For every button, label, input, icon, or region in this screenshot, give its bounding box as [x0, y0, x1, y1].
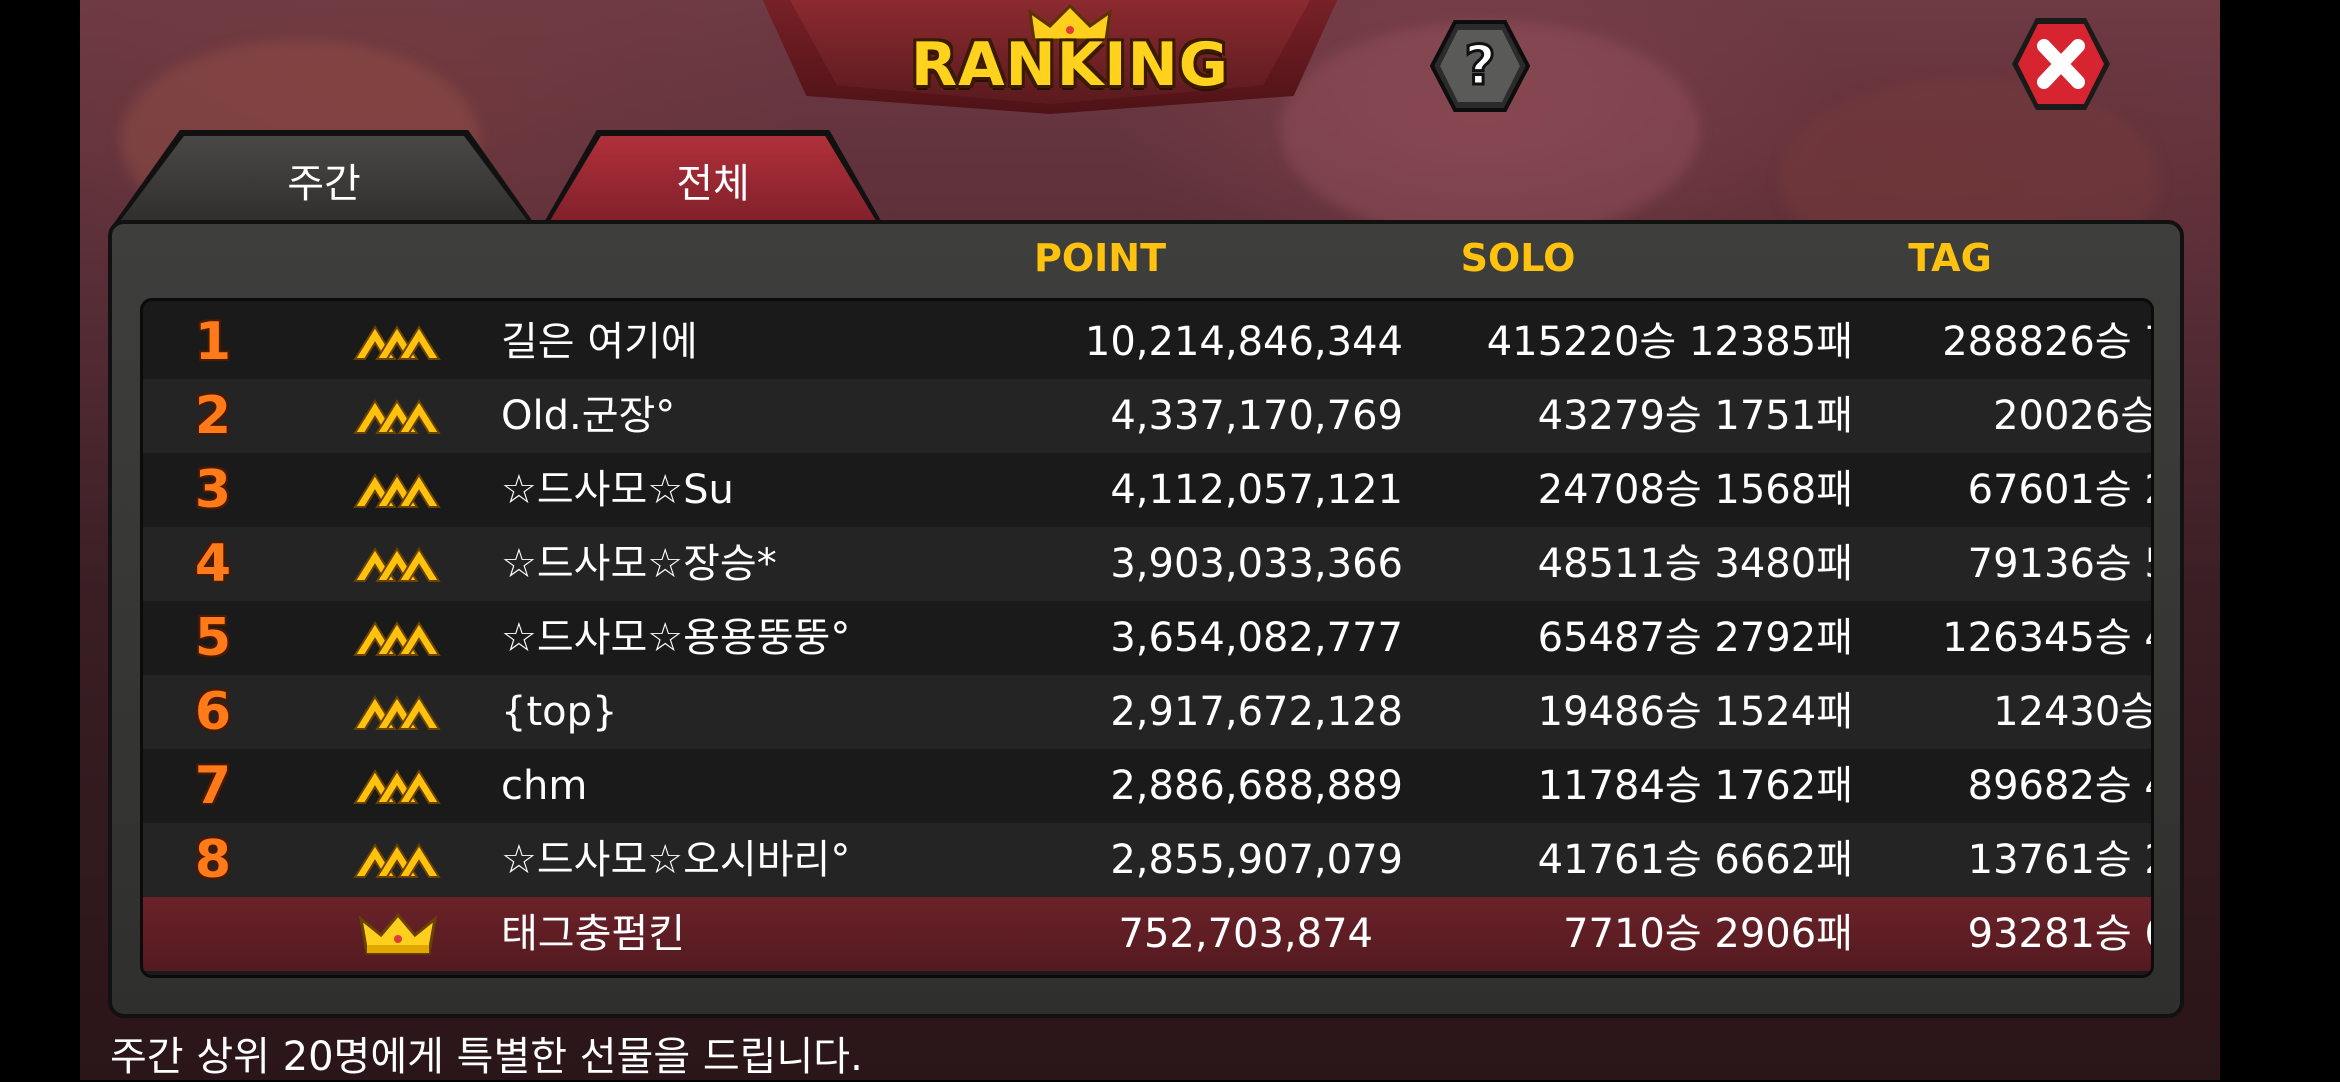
- tab-weekly[interactable]: 주간: [118, 136, 530, 224]
- player-point: 752,703,874: [1118, 911, 1373, 957]
- gold-chevron-rank-icon: [353, 473, 441, 508]
- column-header-tag: TAG: [1908, 236, 1992, 280]
- rank-number: 5: [194, 608, 232, 668]
- player-tag: 93281승 6301패: [1967, 911, 2151, 957]
- gold-chevron-rank-icon: [353, 769, 441, 804]
- table-row[interactable]: 6 {top} 2,917,672,128 19486승 1524패 12430…: [143, 675, 2151, 749]
- footer-notice: 주간 상위 20명에게 특별한 선물을 드립니다.: [110, 1034, 863, 1080]
- rank-number: 8: [194, 830, 232, 890]
- player-solo: 19486승 1524패: [1537, 689, 1853, 735]
- rank-number: 7: [194, 756, 232, 816]
- player-tag: 20026승 595패: [1993, 393, 2154, 439]
- gold-chevron-rank-icon: [353, 547, 441, 582]
- rank-number: 1: [194, 312, 232, 372]
- player-solo: 7710승 2906패: [1563, 911, 1853, 957]
- rank-number: 3: [194, 460, 232, 520]
- rank-number: 2: [194, 386, 232, 446]
- table-row[interactable]: 8 ☆드사모☆오시바리° 2,855,907,079 41761승 6662패 …: [143, 823, 2151, 897]
- question-icon: ?: [1464, 34, 1495, 97]
- player-solo: 48511승 3480패: [1537, 541, 1853, 587]
- table-row[interactable]: 2 Old.군장° 4,337,170,769 43279승 1751패 200…: [143, 379, 2151, 453]
- gold-chevron-rank-icon: [353, 695, 441, 730]
- rank-number: 4: [194, 534, 232, 594]
- table-row[interactable]: 1 길은 여기에 10,214,846,344 415220승 12385패 2…: [143, 305, 2151, 379]
- player-tag: 89682승 4477패: [1967, 763, 2151, 809]
- tab-all-time[interactable]: 전체: [548, 136, 878, 224]
- player-tag: 13761승 2089패: [1967, 837, 2151, 883]
- table-row[interactable]: 7 chm 2,886,688,889 11784승 1762패 89682승 …: [143, 749, 2151, 823]
- crown-icon: [358, 912, 438, 955]
- column-header-point: POINT: [1033, 236, 1167, 280]
- rank-number: [143, 897, 283, 971]
- column-header-solo: SOLO: [1460, 236, 1576, 280]
- player-solo: 43279승 1751패: [1537, 393, 1853, 439]
- player-solo: 11784승 1762패: [1537, 763, 1853, 809]
- player-solo: 24708승 1568패: [1537, 467, 1853, 513]
- gold-chevron-rank-icon: [353, 843, 441, 878]
- rank-number: 6: [194, 682, 232, 742]
- player-solo: 65487승 2792패: [1537, 615, 1853, 661]
- player-tag: 126345승 4926패: [1942, 615, 2151, 661]
- help-button[interactable]: ?: [1430, 18, 1530, 114]
- player-solo: 41761승 6662패: [1537, 837, 1853, 883]
- gold-chevron-rank-icon: [353, 399, 441, 434]
- page-title: RANKING: [910, 30, 1230, 100]
- table-row[interactable]: 4 ☆드사모☆장승* 3,903,033,366 48511승 3480패 79…: [143, 527, 2151, 601]
- player-tag: 79136승 5665패: [1967, 541, 2151, 587]
- close-button[interactable]: [2008, 14, 2114, 114]
- player-tag: 12430승 800패: [1993, 689, 2154, 735]
- table-row[interactable]: 5 ☆드사모☆용용뚱뚱° 3,654,082,777 65487승 2792패 …: [143, 601, 2151, 675]
- ranking-list[interactable]: 1 길은 여기에 10,214,846,344 415220승 12385패 2…: [140, 298, 2154, 978]
- player-tag: 288826승 7535패: [1942, 319, 2151, 365]
- table-row[interactable]: 3 ☆드사모☆Su 4,112,057,121 24708승 1568패 676…: [143, 453, 2151, 527]
- player-tag: 67601승 2540패: [1967, 467, 2151, 513]
- gold-chevron-rank-icon: [353, 621, 441, 656]
- player-solo: 415220승 12385패: [1486, 319, 1853, 365]
- gold-chevron-rank-icon: [353, 325, 441, 360]
- my-rank-row[interactable]: 태그충펌킨 752,703,874 7710승 2906패 93281승 630…: [143, 897, 2151, 971]
